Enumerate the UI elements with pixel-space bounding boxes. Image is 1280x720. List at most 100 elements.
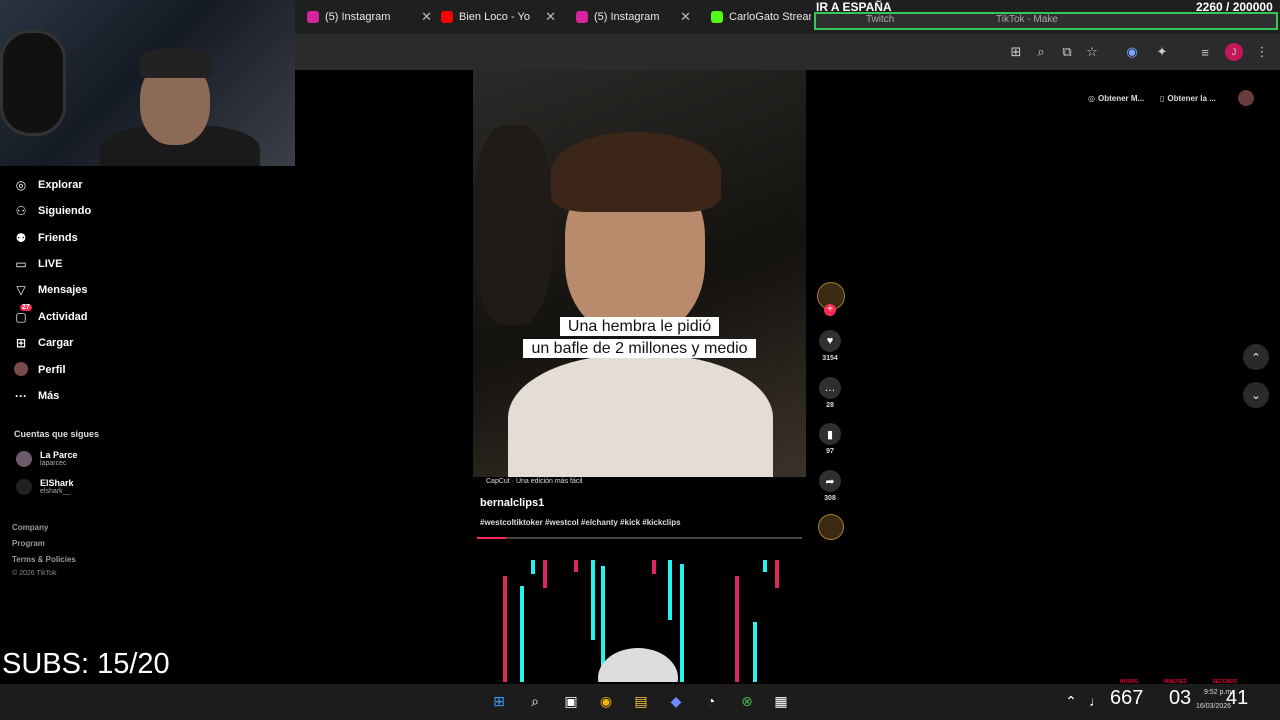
instagram-icon xyxy=(576,11,588,23)
next-video-shape xyxy=(598,648,678,682)
sidebar-item-friends[interactable]: ⚉ Friends xyxy=(14,229,78,247)
browser-tab[interactable]: (5) Instagram ✕ xyxy=(307,4,432,30)
folder-icon[interactable]: ▤ xyxy=(630,690,652,712)
visual-bar xyxy=(531,560,535,574)
profile-icon[interactable]: J xyxy=(1225,43,1243,61)
app-diamond-icon[interactable]: ◆ xyxy=(665,690,687,712)
previous-video-button[interactable]: ⌃ xyxy=(1243,344,1269,370)
sidebar-item-mensajes[interactable]: ▽ Mensajes xyxy=(14,281,87,299)
more-icon: ··· xyxy=(15,389,27,403)
install-icon[interactable]: ⧉ xyxy=(1058,43,1076,61)
visual-bar xyxy=(591,560,595,640)
sidebar-item-label: Perfil xyxy=(38,364,66,376)
xbox-icon[interactable]: ⊗ xyxy=(736,690,758,712)
countdown-label: SECONDS xyxy=(1212,679,1238,685)
browser-tab[interactable]: (5) Instagram ✕ xyxy=(576,4,691,30)
sidebar-item-siguiendo[interactable]: ⚇ Siguiendo xyxy=(14,202,92,220)
visual-bar xyxy=(753,622,757,682)
bookmark-icon[interactable]: ▮ xyxy=(819,423,841,445)
footer-link-program[interactable]: Program xyxy=(12,539,45,548)
video-progress[interactable] xyxy=(477,537,802,539)
snipping-icon[interactable]: ▦ xyxy=(770,690,792,712)
sidebar-item-perfil[interactable]: Perfil xyxy=(14,361,66,379)
share-action[interactable]: ➦ 308 xyxy=(818,470,842,502)
tab-label: (5) Instagram xyxy=(325,11,391,23)
countdown-label: MINUTES xyxy=(1164,679,1187,685)
visual-bar xyxy=(775,560,779,588)
translate-icon[interactable]: ⊞ xyxy=(1007,43,1025,61)
visual-bar xyxy=(680,564,684,682)
close-tab-icon[interactable]: ✕ xyxy=(545,9,556,25)
comment-action[interactable]: … 28 xyxy=(818,377,842,409)
sidebar-item-cargar[interactable]: ⊞ Cargar xyxy=(14,334,74,352)
video-hashtags[interactable]: #westcoltiktoker #westcol #elchanty #kic… xyxy=(480,518,681,527)
footer-link-company[interactable]: Company xyxy=(12,523,48,532)
account-name: La Parce xyxy=(40,450,78,460)
countdown-label: HOURS xyxy=(1120,679,1139,685)
like-action[interactable]: ♥ 3154 xyxy=(818,330,842,362)
get-app-label: Obtener la ... xyxy=(1167,93,1216,103)
followed-account[interactable]: La Parce laparcec xyxy=(16,450,78,467)
share-icon[interactable]: ➦ xyxy=(819,470,841,492)
cast-icon[interactable]: ◉ xyxy=(1123,43,1141,61)
browser-tab[interactable]: CarloGato Stream xyxy=(711,4,811,30)
phone-icon: ▯ xyxy=(1160,93,1165,103)
sidebar-item-mas[interactable]: ··· Más xyxy=(14,387,59,405)
video-author[interactable]: bernalclips1 xyxy=(480,497,544,509)
sidebar-item-explorar[interactable]: ◎ Explorar xyxy=(14,176,83,194)
windows-start-icon[interactable]: ⊞ xyxy=(488,690,510,712)
save-action[interactable]: ▮ 97 xyxy=(818,423,842,455)
get-app-button[interactable]: ◎ Obtener M... xyxy=(1088,90,1144,106)
sidebar-item-label: Friends xyxy=(38,232,78,244)
browser-tab[interactable]: Bien Loco - Yo ✕ xyxy=(441,4,556,30)
instagram-icon xyxy=(307,11,319,23)
youtube-icon xyxy=(441,11,453,23)
visual-bar xyxy=(668,560,672,620)
upload-icon: ⊞ xyxy=(15,336,27,350)
task-view-icon[interactable]: ▣ xyxy=(560,690,582,712)
app-icon: ◎ xyxy=(1088,93,1095,103)
get-app-button-2[interactable]: ▯ Obtener la ... xyxy=(1160,90,1216,106)
media-icon[interactable]: ≡ xyxy=(1196,43,1214,61)
next-video-preview[interactable] xyxy=(500,556,785,682)
next-video-button[interactable]: ⌄ xyxy=(1243,382,1269,408)
avatar[interactable] xyxy=(1238,90,1254,106)
menu-icon[interactable]: ⋮ xyxy=(1253,43,1271,61)
sidebar-item-live[interactable]: ▭ LIVE xyxy=(14,255,62,273)
account-handle: elshark__ xyxy=(40,488,71,495)
video-progress-fill xyxy=(477,537,507,539)
follow-plus-icon[interactable]: + xyxy=(824,304,836,316)
microphone-icon[interactable]: ♩ xyxy=(1085,690,1107,712)
avatar xyxy=(14,361,28,379)
overlay-tab-twitch: Twitch xyxy=(866,14,895,25)
video-shirt xyxy=(508,355,773,477)
bookmark-star-icon[interactable]: ☆ xyxy=(1083,43,1101,61)
video-caption-line2: un bafle de 2 millones y medio xyxy=(473,339,806,358)
gauge-icon[interactable]: ◔ xyxy=(700,690,722,712)
comment-count: 28 xyxy=(826,402,834,409)
capcut-badge[interactable]: CapCut · Una edición más fácil xyxy=(486,478,583,485)
video-player[interactable]: Una hembra le pidió un bafle de 2 millon… xyxy=(473,70,806,477)
sidebar-item-label: Cargar xyxy=(38,337,74,349)
zoom-icon[interactable]: ⌕ xyxy=(1032,43,1050,61)
footer-link-terms[interactable]: Terms & Policies xyxy=(12,555,76,564)
extensions-icon[interactable]: ✦ xyxy=(1153,43,1171,61)
chevron-down-icon: ⌄ xyxy=(1251,389,1261,402)
goal-progress-bar: Twitch TikTok - Make xyxy=(814,12,1278,30)
close-tab-icon[interactable]: ✕ xyxy=(421,9,432,25)
search-icon[interactable]: ⌕ xyxy=(524,690,546,712)
tray-chevron-icon[interactable]: ⌃ xyxy=(1060,690,1082,712)
video-hair xyxy=(551,132,721,212)
chrome-icon[interactable]: ◉ xyxy=(595,690,617,712)
sidebar-item-actividad[interactable]: ▢ 27 Actividad xyxy=(14,304,88,326)
account-handle: laparcec xyxy=(40,460,67,467)
countdown-hours: 667 03 xyxy=(1110,687,1191,710)
followed-account[interactable]: ElShark elshark__ xyxy=(16,478,74,495)
close-tab-icon[interactable]: ✕ xyxy=(680,9,691,25)
sidebar-item-label: Explorar xyxy=(38,179,83,191)
music-disc-icon[interactable] xyxy=(818,514,844,540)
kick-icon xyxy=(711,11,723,23)
comment-icon[interactable]: … xyxy=(819,377,841,399)
visual-bar xyxy=(503,576,507,682)
heart-icon[interactable]: ♥ xyxy=(819,330,841,352)
